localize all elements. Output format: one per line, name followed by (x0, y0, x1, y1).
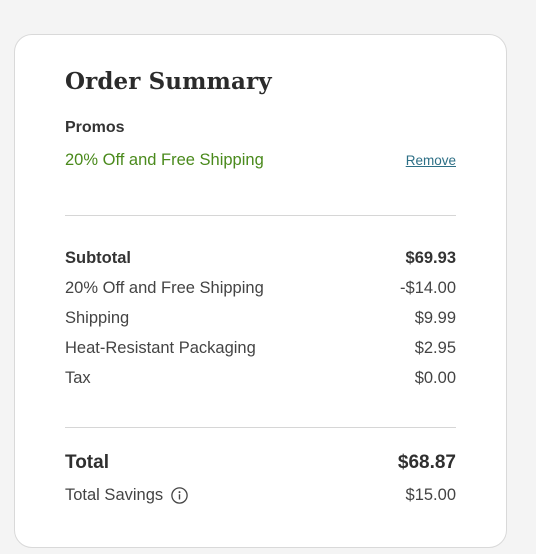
total-savings-value: $15.00 (405, 486, 456, 504)
total-savings-label: Total Savings (65, 486, 164, 504)
info-icon[interactable] (171, 487, 188, 504)
divider (65, 427, 456, 428)
totals: Total $68.87 Total Savings $15.00 (65, 452, 456, 514)
applied-promo: 20% Off and Free Shipping Remove (65, 151, 456, 173)
total-label: Total (65, 452, 109, 473)
line-item-value: $2.95 (414, 339, 456, 357)
line-item-value: $69.93 (405, 249, 456, 267)
order-summary-title: Order Summary (65, 68, 272, 95)
total-savings-row: Total Savings $15.00 (65, 484, 456, 514)
promos-heading: Promos (65, 119, 125, 136)
line-item-discount: 20% Off and Free Shipping -$14.00 (65, 277, 456, 307)
line-item-packaging: Heat-Resistant Packaging $2.95 (65, 337, 456, 367)
line-item-label: Tax (65, 369, 91, 387)
line-item-label: Shipping (65, 309, 130, 327)
divider (65, 215, 456, 216)
line-item-shipping: Shipping $9.99 (65, 307, 456, 337)
line-item-tax: Tax $0.00 (65, 367, 456, 397)
line-item-value: $9.99 (414, 309, 456, 327)
line-item-label: Heat-Resistant Packaging (65, 339, 256, 357)
line-item-value: -$14.00 (400, 279, 456, 297)
line-item-label: 20% Off and Free Shipping (65, 279, 264, 297)
line-item-subtotal: Subtotal $69.93 (65, 247, 456, 277)
order-summary-card: Order Summary Promos 20% Off and Free Sh… (14, 34, 507, 548)
line-item-label: Subtotal (65, 249, 131, 267)
total-row: Total $68.87 (65, 452, 456, 484)
total-value: $68.87 (397, 452, 456, 473)
line-items: Subtotal $69.93 20% Off and Free Shippin… (65, 247, 456, 397)
line-item-value: $0.00 (414, 369, 456, 387)
promo-name: 20% Off and Free Shipping (65, 151, 264, 169)
remove-promo-link[interactable]: Remove (406, 153, 456, 168)
